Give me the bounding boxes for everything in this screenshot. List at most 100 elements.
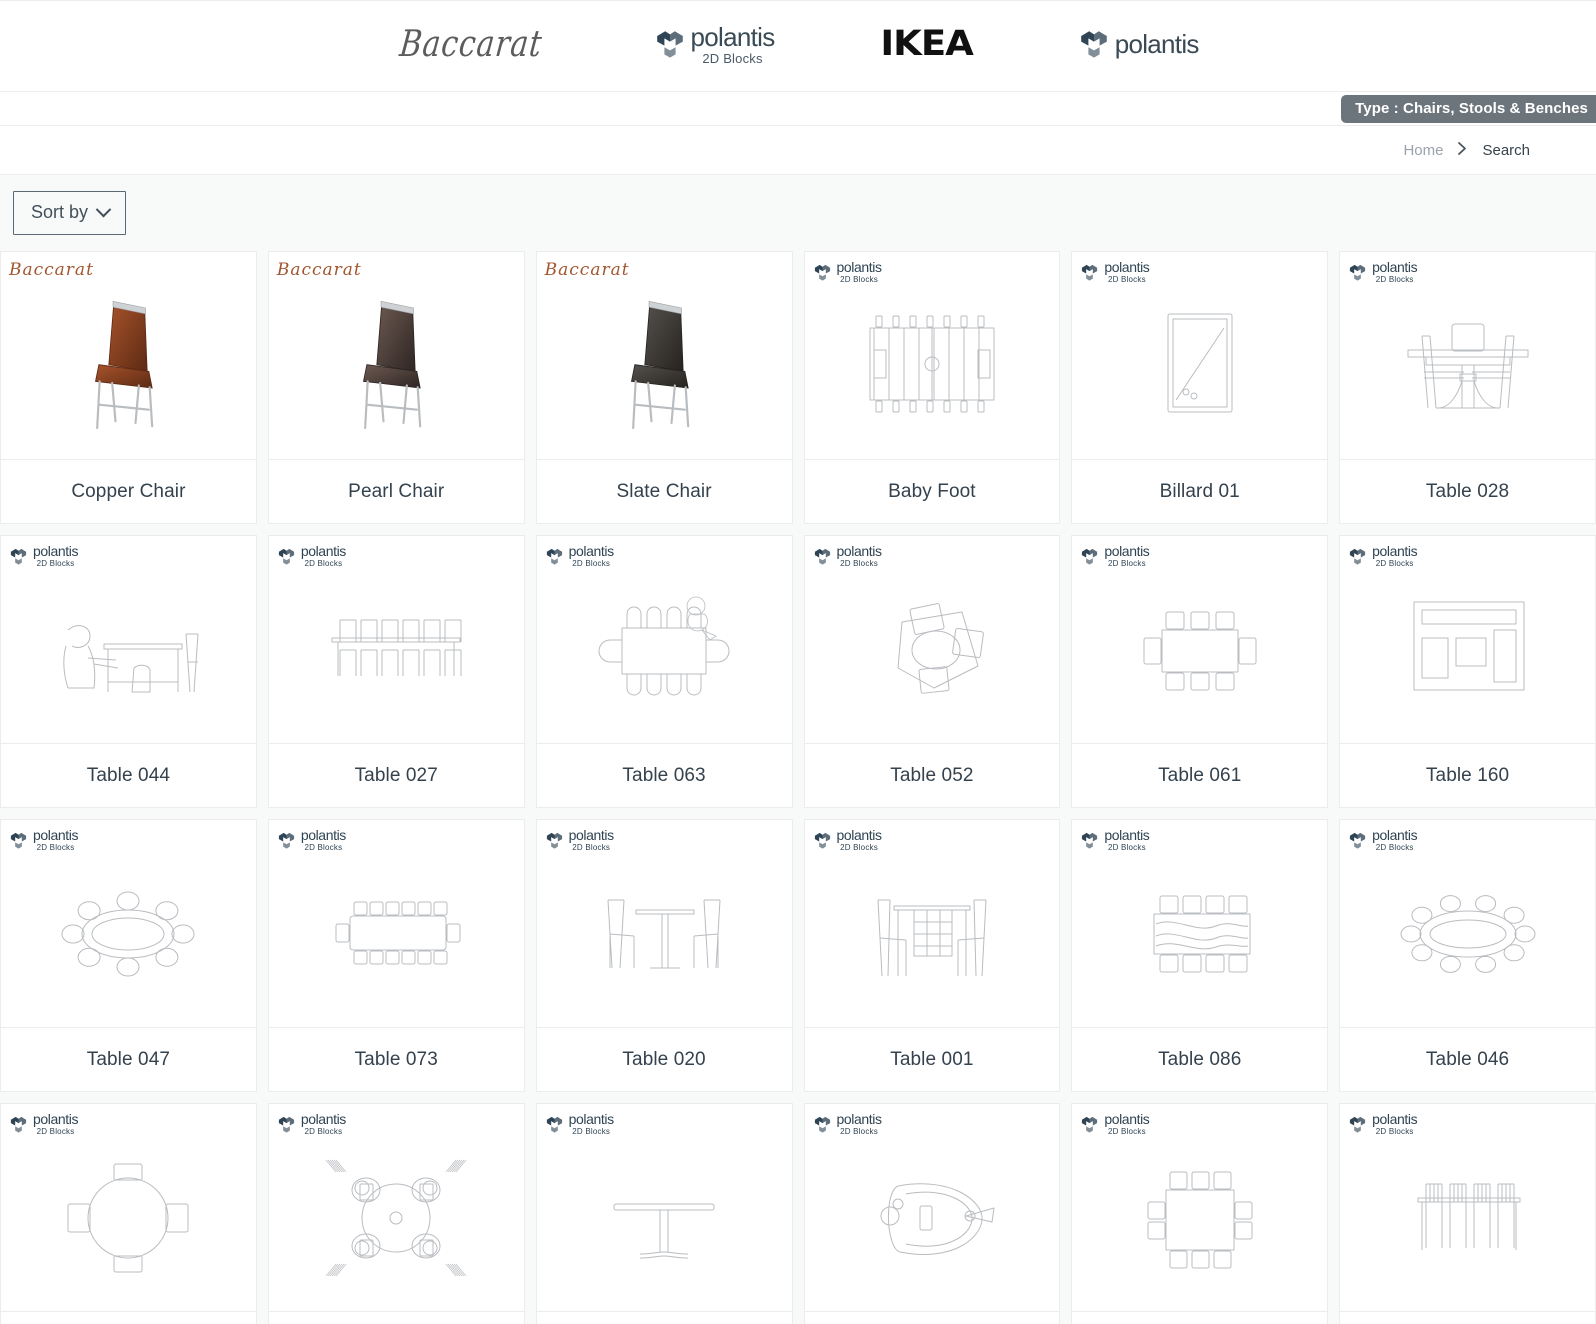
polantis-tagline: 2D Blocks <box>840 1127 878 1136</box>
polantis-mark-icon <box>1348 547 1367 566</box>
polantis-wordmark: polantis <box>836 259 882 275</box>
polantis-tagline: 2D Blocks <box>36 1127 75 1136</box>
card-brand-polantis: polantis 2D Blocks <box>1348 1112 1418 1136</box>
brand-logo-baccarat[interactable]: Baccarat <box>397 17 545 71</box>
breadcrumb-home[interactable]: Home <box>1403 142 1443 159</box>
polantis-tagline: 2D Blocks <box>1375 559 1414 568</box>
polantis-mark-icon <box>277 831 296 850</box>
product-thumbnail: Baccarat <box>1 252 256 460</box>
polantis-mark-icon <box>1080 831 1099 850</box>
card-brand-baccarat: Baccarat <box>277 260 362 280</box>
breadcrumb: Home Search <box>0 126 1596 174</box>
product-card[interactable]: polantis 2D Blocks Baby Foot <box>803 251 1061 524</box>
polantis-tagline: 2D Blocks <box>1107 559 1146 568</box>
brand-logo-ikea[interactable]: IKEA <box>879 17 973 71</box>
polantis-tagline: 2D Blocks <box>1375 275 1414 284</box>
product-card[interactable]: polantis 2D Blocks Table 063 <box>535 535 793 808</box>
card-brand-polantis: polantis 2D Blocks <box>1080 544 1150 568</box>
product-title: Table 054 <box>805 1312 1060 1324</box>
polantis-wordmark: polantis <box>300 1111 346 1127</box>
product-card[interactable]: polantis 2D Blocks Table 044 <box>0 535 257 808</box>
polantis-mark-icon <box>1348 831 1367 850</box>
baccarat-wordmark: Baccarat <box>276 260 362 280</box>
polantis-wordmark: polantis <box>1114 29 1200 59</box>
polantis-wordmark: polantis <box>33 827 79 843</box>
product-card[interactable]: polantis 2D Blocks Table 073 <box>267 819 525 1092</box>
product-card[interactable]: Baccarat Pearl Chair <box>267 251 525 524</box>
brand-logo-polantis[interactable]: polantis <box>1078 17 1199 71</box>
card-brand-polantis: polantis 2D Blocks <box>9 544 78 568</box>
product-card[interactable]: polantis2D Blocks Table 113 <box>1071 1103 1329 1324</box>
card-brand-polantis: polantis 2D Blocks <box>9 1112 78 1136</box>
polantis-wordmark: polantis <box>1372 543 1418 559</box>
product-title: Table 001 <box>890 1048 974 1070</box>
polantis-wordmark: polantis <box>1104 259 1150 275</box>
card-brand-polantis: polantis 2D Blocks <box>813 828 882 852</box>
product-thumbnail: polantis 2D Blocks <box>1 1104 256 1312</box>
polantis-tagline: 2D Blocks <box>36 559 75 568</box>
card-brand-polantis: polantis 2D Blocks <box>813 544 882 568</box>
card-brand-polantis: polantis 2D Blocks <box>277 828 346 852</box>
product-card[interactable]: polantis 2D Blocks Table 001 <box>803 819 1061 1092</box>
product-title: Table 086 <box>1158 1048 1242 1070</box>
brand-logo-polantis-2d-blocks[interactable]: polantis 2D Blocks <box>654 17 775 71</box>
product-thumbnail: polantis 2D Blocks <box>536 820 792 1028</box>
polantis-wordmark: polantis <box>1104 1111 1150 1127</box>
product-card[interactable]: polantis 2D Blocks Table 047 <box>0 819 257 1092</box>
baccarat-wordmark: Baccarat <box>398 22 545 66</box>
product-title: Table 047 <box>86 1048 171 1070</box>
product-card[interactable]: Baccarat Copper Chair <box>0 251 257 524</box>
product-artwork <box>306 572 486 722</box>
polantis-mark-icon <box>813 263 832 282</box>
polantis-tagline: 2D Blocks <box>304 559 343 568</box>
product-card[interactable]: polantis2D Blocks Table 049 <box>0 1103 257 1324</box>
product-card[interactable]: polantis 2D Blocks Table 052 <box>803 535 1061 808</box>
polantis-wordmark: polantis <box>568 543 614 559</box>
card-brand-polantis: polantis 2D Blocks <box>9 828 78 852</box>
polantis-wordmark: polantis <box>300 543 346 559</box>
product-card[interactable]: polantis2D Blocks Table 021 <box>1339 1103 1596 1324</box>
search-results-page: Baccarat polantis 2D Blocks IKEA polanti… <box>0 0 1596 1324</box>
polantis-wordmark: polantis <box>33 1111 79 1127</box>
product-card[interactable]: polantis 2D Blocks Table 061 <box>1071 535 1329 808</box>
product-card[interactable]: polantis 2D Blocks Table 046 <box>1339 819 1596 1092</box>
product-title: Table 160 <box>1425 764 1510 786</box>
card-brand-polantis: polantis 2D Blocks <box>1080 827 1150 852</box>
product-card[interactable]: polantis 2D Blocks Table 027 <box>267 535 525 808</box>
active-filters-bar: Type : Chairs, Stools & Benches <box>0 92 1596 126</box>
polantis-wordmark: polantis <box>1372 827 1418 843</box>
product-card[interactable]: polantis2D Blocks Table 214 <box>267 1103 525 1324</box>
breadcrumb-current: Search <box>1482 141 1530 159</box>
product-card[interactable]: polantis 2D Blocks Table 028 <box>1339 251 1596 524</box>
product-card[interactable]: polantis2D Blocks Table 054 <box>803 1103 1061 1324</box>
sort-by-button[interactable]: Sort by <box>13 191 127 235</box>
card-brand-baccarat: Baccarat <box>545 260 630 280</box>
polantis-wordmark: polantis <box>836 827 882 843</box>
card-brand-polantis: polantis 2D Blocks <box>813 1112 882 1136</box>
polantis-wordmark: polantis <box>836 543 882 559</box>
product-title: Table 214 <box>269 1312 524 1324</box>
product-card[interactable]: Baccarat Slate Chair <box>535 251 793 524</box>
filter-chip-type[interactable]: Type : Chairs, Stools & Benches <box>1341 95 1596 123</box>
product-artwork <box>1110 1140 1290 1290</box>
product-card[interactable]: polantis 2D Blocks Billard 01 <box>1071 251 1329 524</box>
polantis-wordmark: polantis <box>1104 827 1150 843</box>
product-card[interactable]: polantis2D Blocks Table 005 <box>535 1103 793 1324</box>
polantis-mark-icon <box>9 547 28 566</box>
polantis-wordmark: polantis <box>568 1111 614 1127</box>
polantis-mark-icon <box>654 28 686 60</box>
product-title: Table 061 <box>1158 764 1242 786</box>
product-card[interactable]: polantis 2D Blocks Table 160 <box>1339 535 1596 808</box>
product-card[interactable]: polantis 2D Blocks Table 020 <box>535 819 793 1092</box>
card-brand-polantis: polantis 2D Blocks <box>1348 543 1418 568</box>
product-card[interactable]: polantis 2D Blocks Table 086 <box>1071 819 1329 1092</box>
product-title: Billard 01 <box>1159 480 1240 502</box>
product-artwork <box>306 1140 486 1290</box>
product-thumbnail: polantis 2D Blocks <box>536 1104 792 1312</box>
product-artwork <box>38 572 218 722</box>
polantis-tagline: 2D Blocks <box>840 559 878 568</box>
polantis-mark-icon <box>1348 1115 1367 1134</box>
product-thumbnail: polantis 2D Blocks <box>804 1104 1060 1312</box>
ikea-wordmark: IKEA <box>879 24 973 64</box>
product-thumbnail: polantis 2D Blocks <box>804 820 1060 1028</box>
